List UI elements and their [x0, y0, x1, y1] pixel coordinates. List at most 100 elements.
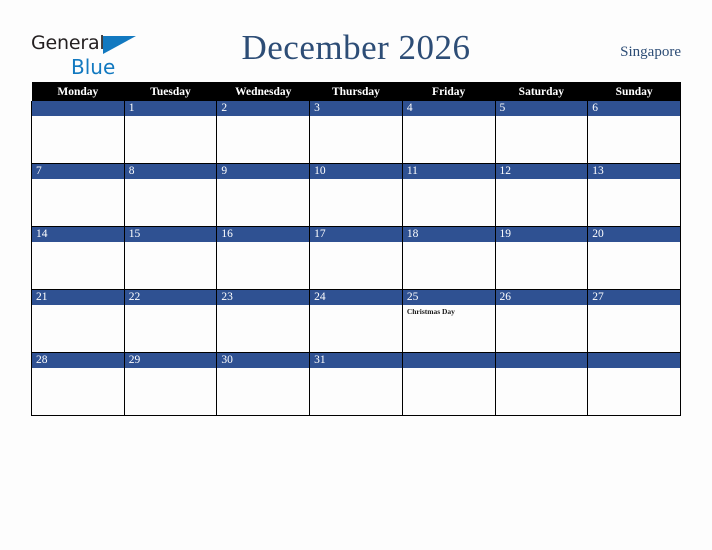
day-cell[interactable]: 7 [31, 163, 125, 227]
day-number: 19 [495, 227, 588, 242]
day-number [495, 353, 588, 368]
day-cell[interactable]: 11 [401, 163, 496, 227]
week-row: 1 2 3 4 5 6 [31, 101, 681, 164]
day-number [588, 353, 680, 368]
weekday-header-tuesday: Tuesday [124, 82, 217, 101]
day-cell[interactable]: 31 [309, 352, 403, 416]
day-number: 30 [217, 353, 310, 368]
day-number: 26 [495, 290, 588, 305]
day-event [217, 368, 309, 371]
day-cell[interactable]: 1 [123, 101, 218, 164]
day-cell[interactable]: 18 [401, 226, 496, 290]
day-number: 7 [32, 164, 124, 179]
day-cell[interactable]: 19 [494, 226, 589, 290]
day-number: 31 [310, 353, 402, 368]
day-cell[interactable]: 13 [587, 163, 681, 227]
day-cell[interactable]: 28 [31, 352, 125, 416]
day-cell[interactable]: 22 [123, 289, 218, 353]
day-event [588, 242, 680, 245]
day-cell[interactable] [31, 101, 125, 164]
day-cell[interactable]: 6 [587, 101, 681, 164]
day-cell[interactable]: 29 [123, 352, 218, 416]
day-event [310, 179, 402, 182]
day-number: 4 [402, 101, 495, 116]
day-event [403, 242, 495, 245]
day-cell[interactable]: 17 [309, 226, 403, 290]
day-number: 11 [402, 164, 495, 179]
day-number: 25 [402, 290, 495, 305]
day-cell[interactable]: 12 [494, 163, 589, 227]
day-event [588, 116, 680, 119]
day-event [310, 242, 402, 245]
page-title: December 2026 [241, 28, 471, 67]
day-number: 17 [310, 227, 402, 242]
weekday-header-saturday: Saturday [495, 82, 588, 101]
day-event [125, 242, 217, 245]
day-cell[interactable] [401, 352, 496, 416]
day-event [32, 116, 124, 119]
calendar-page: General Blue December 2026 Singapore Mon… [0, 0, 712, 550]
day-event [588, 368, 680, 371]
day-cell[interactable]: 26 [494, 289, 589, 353]
day-cell[interactable]: 10 [309, 163, 403, 227]
day-event [496, 368, 588, 371]
weekday-header-monday: Monday [31, 82, 125, 101]
day-event [217, 305, 309, 308]
day-cell[interactable]: 14 [31, 226, 125, 290]
day-number: 14 [32, 227, 124, 242]
day-cell[interactable]: 15 [123, 226, 218, 290]
day-number: 21 [32, 290, 124, 305]
day-cell[interactable] [587, 352, 681, 416]
day-number: 24 [310, 290, 402, 305]
day-number: 9 [217, 164, 310, 179]
day-cell[interactable]: 23 [216, 289, 311, 353]
day-number: 16 [217, 227, 310, 242]
week-row: 28 29 30 31 [31, 352, 681, 416]
day-event [588, 305, 680, 308]
day-event [496, 305, 588, 308]
day-number [402, 353, 495, 368]
day-event [310, 305, 402, 308]
week-row: 14 15 16 17 18 19 20 [31, 226, 681, 290]
day-number: 23 [217, 290, 310, 305]
day-event [125, 116, 217, 119]
day-event [125, 368, 217, 371]
day-number: 20 [588, 227, 680, 242]
day-cell[interactable]: 2 [216, 101, 311, 164]
day-cell[interactable] [494, 352, 589, 416]
day-event [125, 305, 217, 308]
day-event [32, 179, 124, 182]
day-cell[interactable]: 3 [309, 101, 403, 164]
day-event [496, 179, 588, 182]
weekday-header-sunday: Sunday [587, 82, 681, 101]
day-number [32, 101, 124, 116]
day-number: 12 [495, 164, 588, 179]
day-number: 18 [402, 227, 495, 242]
day-number: 2 [217, 101, 310, 116]
day-cell[interactable]: 27 [587, 289, 681, 353]
day-event [217, 179, 309, 182]
day-cell[interactable]: 16 [216, 226, 311, 290]
day-cell[interactable]: 5 [494, 101, 589, 164]
day-number: 5 [495, 101, 588, 116]
day-cell[interactable]: 21 [31, 289, 125, 353]
day-number: 28 [32, 353, 124, 368]
day-cell[interactable]: 25 Christmas Day [401, 289, 496, 353]
day-event [403, 116, 495, 119]
day-event [310, 368, 402, 371]
day-number: 27 [588, 290, 680, 305]
day-number: 8 [124, 164, 217, 179]
day-number: 22 [124, 290, 217, 305]
day-cell[interactable]: 9 [216, 163, 311, 227]
day-cell[interactable]: 8 [123, 163, 218, 227]
day-event [588, 179, 680, 182]
day-number: 3 [310, 101, 402, 116]
day-event [403, 368, 495, 371]
country-label: Singapore [620, 44, 681, 60]
day-cell[interactable]: 20 [587, 226, 681, 290]
week-row: 7 8 9 10 11 12 13 [31, 163, 681, 227]
day-cell[interactable]: 4 [401, 101, 496, 164]
day-cell[interactable]: 30 [216, 352, 311, 416]
weekday-header-friday: Friday [402, 82, 496, 101]
day-cell[interactable]: 24 [309, 289, 403, 353]
